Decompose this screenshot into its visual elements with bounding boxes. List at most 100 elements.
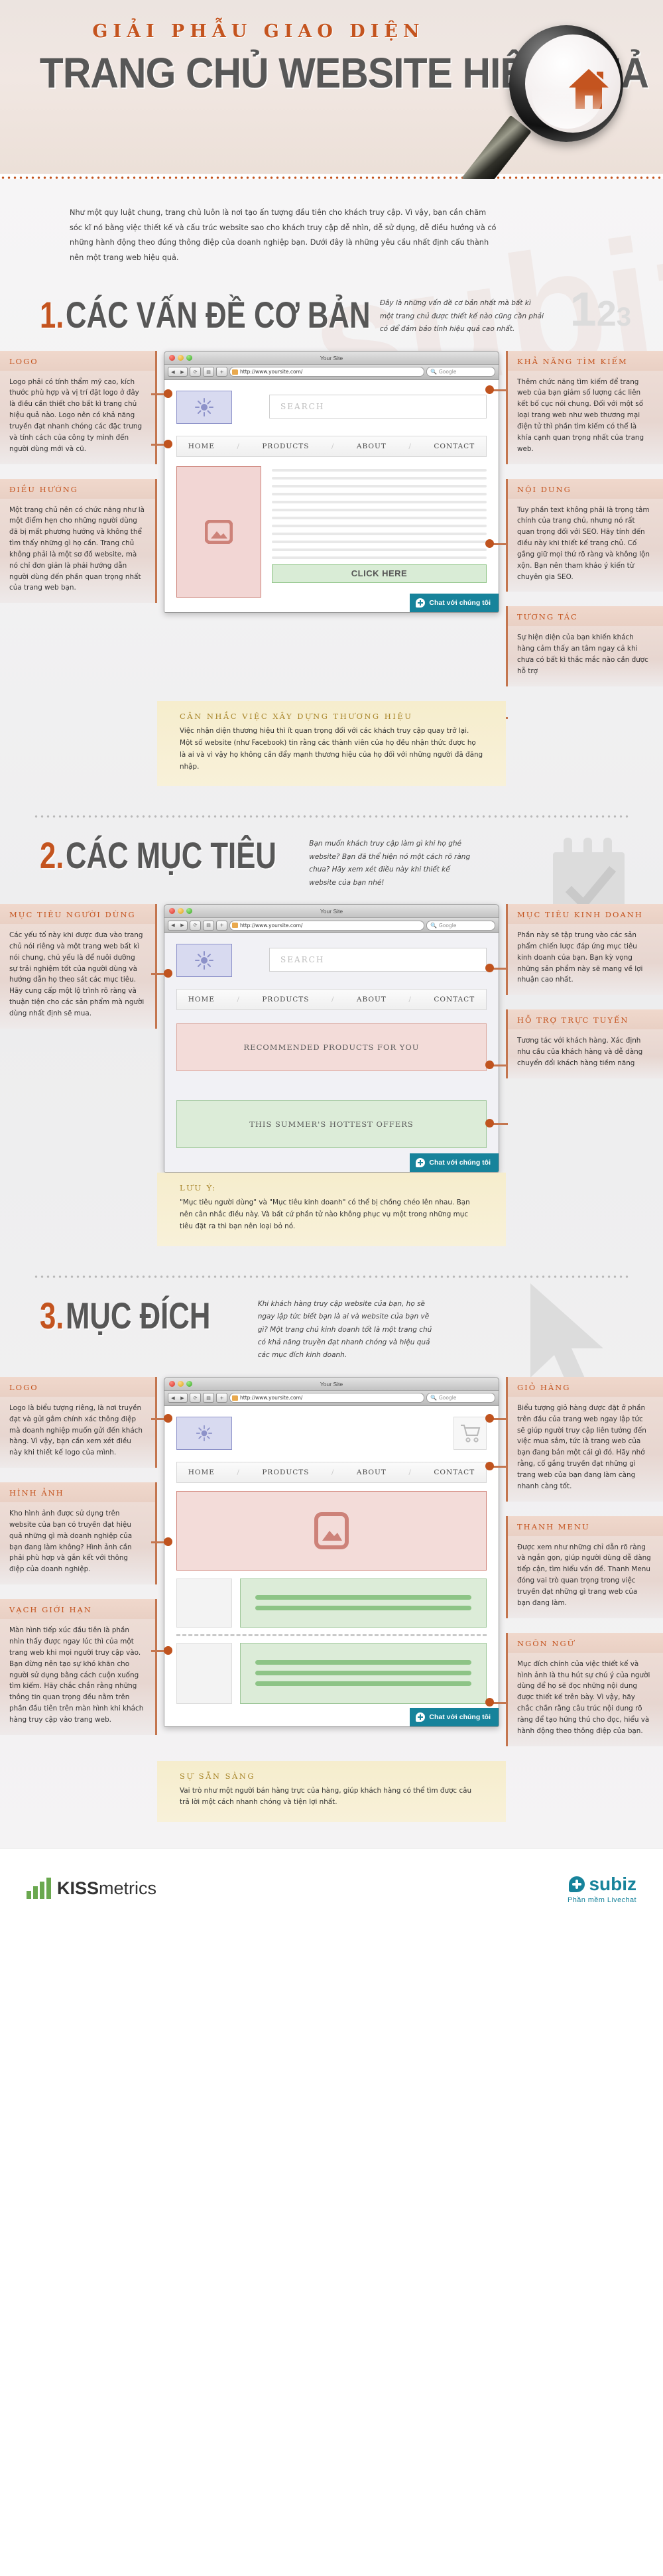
card-hinh-anh: HÌNH ẢNH Kho hình ảnh được sử dụng trên … (0, 1482, 157, 1585)
note-heading: LƯU Ý: (180, 1183, 217, 1193)
card-noi-dung: NỘI DUNG Tuy phần text không phải là trọ… (506, 478, 663, 592)
card-heading: KHẢ NĂNG TÌM KIẾM (508, 350, 663, 371)
section-2-title: CÁC MỤC TIÊU (65, 834, 276, 877)
card-gio-hang: GIỎ HÀNG Biểu tượng giỏ hàng được đặt ở … (506, 1376, 663, 1502)
card-heading: HỖ TRỢ TRỰC TUYẾN (508, 1009, 663, 1030)
bar-chart-icon (27, 1877, 51, 1899)
card-tuong-tac: TƯƠNG TÁC Sự hiện diện của bạn khiến khá… (506, 606, 663, 686)
kissmetrics-rest: metrics (99, 1878, 157, 1899)
card-body: Màn hình tiếp xúc đầu tiên là phần nhìn … (0, 1619, 155, 1735)
section-3-note-row: SỰ SẴN SÀNG Vai trò như một người bán hà… (0, 1760, 663, 1823)
section-2-browser-column: Your Site ◀ ▶ ⟳ ▤ + http://www.yoursite.c… (151, 904, 508, 1173)
section-3-left-column: LOGO Logo là biểu tượng riêng, là nơi tr… (0, 1376, 157, 1761)
card-muc-tieu-nguoi-dung: MỤC TIÊU NGƯỜI DÙNG Các yếu tố này khi đ… (0, 904, 157, 1029)
card-body: Phần này sẽ tập trung vào các sản phẩm c… (508, 924, 663, 996)
note-body: Việc nhận diện thương hiệu thì ít quan t… (180, 726, 483, 771)
section-2-note-row: LƯU Ý: "Mục tiêu người dùng" và "Mục tiê… (0, 1173, 663, 1246)
footer: KISSmetrics subiz Phần mềm Livechat (0, 1848, 663, 1929)
subiz-name: subiz (589, 1873, 636, 1894)
card-logo-3: LOGO Logo là biểu tượng riêng, là nơi tr… (0, 1376, 157, 1468)
dotted-divider-grey-2 (33, 1272, 630, 1278)
card-body: Kho hình ảnh được sử dụng trên website c… (0, 1502, 155, 1585)
card-heading: HÌNH ẢNH (0, 1482, 155, 1503)
card-heading: NỘI DUNG (508, 478, 663, 499)
card-body: Được xem như những chỉ dẫn rõ ràng và ng… (508, 1535, 663, 1618)
section-3-right-column: GIỎ HÀNG Biểu tượng giỏ hàng được đặt ở … (506, 1376, 663, 1761)
card-thanh-menu: THANH MENU Được xem như những chỉ dẫn rõ… (506, 1515, 663, 1618)
section-1-columns: LOGO Logo phải có tính thẩm mỹ cao, kích… (0, 350, 663, 722)
section-1-header: 1. CÁC VẤN ĐỀ CƠ BẢN Đây là những vấn đề… (0, 277, 663, 350)
card-heading: NGÔN NGỮ (508, 1632, 663, 1653)
card-body: Logo là biểu tượng riêng, là nơi truyền … (0, 1396, 155, 1468)
note-thuong-hieu: CÂN NHẮC VIỆC XÂY DỰNG THƯƠNG HIỆU Việc … (157, 700, 506, 787)
subiz-logo: subiz Phần mềm Livechat (568, 1874, 636, 1904)
section-1-note-row: CÂN NHẮC VIỆC XÂY DỰNG THƯƠNG HIỆU Việc … (0, 700, 663, 787)
card-muc-tieu-kinh-doanh: MỤC TIÊU KINH DOANH Phần này sẽ tập trun… (506, 904, 663, 996)
note-heading: SỰ SẴN SÀNG (180, 1771, 256, 1781)
section-1-right-column: KHẢ NĂNG TÌM KIẾM Thêm chức năng tìm kiế… (506, 350, 663, 701)
section-3-connectors (151, 1377, 508, 1775)
section-2-description: Bạn muốn khách truy cập làm gì khi họ gh… (309, 840, 471, 887)
kissmetrics-wordmark: KISSmetrics (57, 1878, 156, 1899)
section-1-description: Đây là những vấn đề cơ bản nhất mà bất k… (379, 299, 544, 334)
card-heading: GIỎ HÀNG (508, 1376, 663, 1397)
body-background: subiz Như một quy luật chung, trang chủ … (0, 179, 663, 1849)
card-body: Một trang chủ nên có chức năng như là mộ… (0, 498, 155, 604)
section-1-title: CÁC VẤN ĐỀ CƠ BẢN (65, 294, 371, 336)
section-2-left-column: MỤC TIÊU NGƯỜI DÙNG Các yếu tố này khi đ… (0, 904, 157, 1173)
section-1-connectors (151, 351, 508, 722)
card-heading: LOGO (0, 1376, 155, 1397)
card-body: Logo phải có tính thẩm mỹ cao, kích thướ… (0, 370, 155, 464)
card-heading: MỤC TIÊU KINH DOANH (508, 904, 663, 925)
note-heading: CÂN NHẮC VIỆC XÂY DỰNG THƯƠNG HIỆU (180, 711, 413, 721)
card-heading: VẠCH GIỚI HẠN (0, 1599, 155, 1620)
card-body: Tương tác với khách hàng. Xác định nhu c… (508, 1029, 663, 1078)
section-2-right-column: MỤC TIÊU KINH DOANH Phần này sẽ tập trun… (506, 904, 663, 1173)
section-2-header: 2. CÁC MỤC TIÊU Bạn muốn khách truy cập … (0, 818, 663, 926)
card-body: Sự hiện diện của bạn khiến khách hàng cả… (508, 626, 663, 686)
kissmetrics-logo: KISSmetrics (27, 1877, 156, 1899)
note-body: "Mục tiêu người dùng" và "Mục tiêu kinh … (180, 1198, 470, 1230)
note-su-san-sang: SỰ SẴN SÀNG Vai trò như một người bán hà… (157, 1760, 506, 1823)
page-title: TRANG CHỦ WEBSITE HIỆU QUẢ (39, 49, 649, 97)
card-body: Các yếu tố này khi được đưa vào trang ch… (0, 924, 155, 1029)
card-body: Mục đích chính của việc thiết kế và hình… (508, 1652, 663, 1746)
subiz-tagline: Phần mềm Livechat (567, 1896, 636, 1904)
card-heading: MỤC TIÊU NGƯỜI DÙNG (0, 904, 155, 925)
section-3-title: MỤC ĐÍCH (65, 1294, 211, 1336)
kissmetrics-bold: KISS (57, 1878, 99, 1899)
header: GIẢI PHẪU GIAO DIỆN TRANG CHỦ WEBSITE HI… (0, 0, 663, 194)
card-ngon-ngu: NGÔN NGỮ Mục đích chính của việc thiết k… (506, 1632, 663, 1746)
card-ho-tro-truc-tuyen: HỖ TRỢ TRỰC TUYẾN Tương tác với khách hà… (506, 1009, 663, 1078)
card-body: Thêm chức năng tìm kiếm để trang web của… (508, 370, 663, 464)
section-3-columns: LOGO Logo là biểu tượng riêng, là nơi tr… (0, 1376, 663, 1761)
card-heading: LOGO (0, 350, 155, 371)
page-kicker: GIẢI PHẪU GIAO DIỆN (92, 21, 425, 42)
card-dieu-huong: ĐIỀU HƯỚNG Một trang chủ nên có chức năn… (0, 478, 157, 604)
card-heading: ĐIỀU HƯỚNG (0, 478, 155, 499)
section-2-columns: MỤC TIÊU NGƯỜI DÙNG Các yếu tố này khi đ… (0, 904, 663, 1173)
section-3-number: 3. (40, 1294, 64, 1336)
section-2-connectors (151, 904, 508, 1209)
card-heading: THANH MENU (508, 1515, 663, 1536)
note-luu-y: LƯU Ý: "Mục tiêu người dùng" và "Mục tiê… (157, 1173, 506, 1246)
card-logo: LOGO Logo phải có tính thẩm mỹ cao, kích… (0, 350, 157, 464)
ghost-123-graphic: 123 (570, 283, 631, 337)
card-heading: TƯƠNG TÁC (508, 606, 663, 627)
section-2-number: 2. (40, 834, 64, 877)
card-vach-gioi-han: VẠCH GIỚI HẠN Màn hình tiếp xúc đầu tiên… (0, 1599, 157, 1735)
dotted-divider-grey-1 (33, 812, 630, 818)
section-3-header: 3. MỤC ĐÍCH Khi khách hàng truy cập webs… (0, 1278, 663, 1395)
card-kha-nang-tim-kiem: KHẢ NĂNG TÌM KIẾM Thêm chức năng tìm kiế… (506, 350, 663, 464)
subiz-wordmark: subiz (568, 1874, 636, 1895)
section-1-left-column: LOGO Logo phải có tính thẩm mỹ cao, kích… (0, 350, 157, 701)
section-1-browser-column: Your Site ◀ ▶ ⟳ ▤ + http://www.yoursite.c… (151, 350, 508, 722)
card-body: Biểu tượng giỏ hàng được đặt ở phần trên… (508, 1396, 663, 1502)
section-1-number: 1. (40, 294, 64, 336)
house-in-magnifier-icon (461, 25, 629, 194)
subiz-chat-icon (569, 1876, 585, 1892)
card-body: Tuy phần text không phải là trọng tâm ch… (508, 498, 663, 592)
note-body: Vai trò như một người bán hàng trực của … (180, 1786, 472, 1807)
infographic-page: GIẢI PHẪU GIAO DIỆN TRANG CHỦ WEBSITE HI… (0, 0, 663, 1929)
section-3-description: Khi khách hàng truy cập website của bạn,… (257, 1299, 432, 1360)
